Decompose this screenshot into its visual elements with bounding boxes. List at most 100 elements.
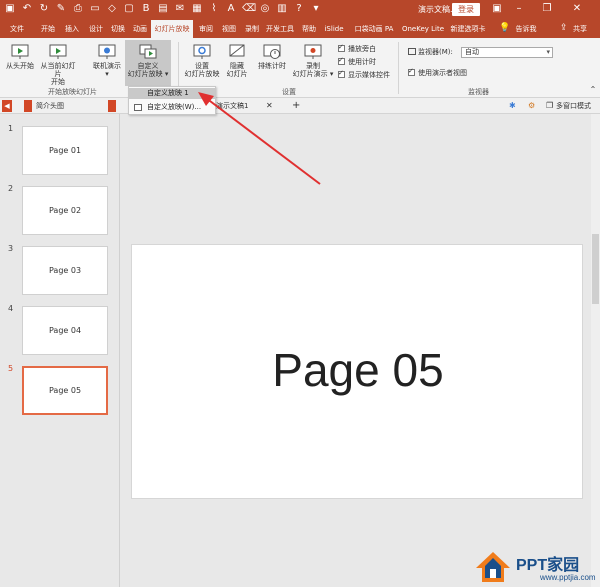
tab-insert[interactable]: 插入	[62, 20, 82, 38]
pin-icon[interactable]: ✱	[509, 100, 516, 112]
clear-icon[interactable]: ⌫	[242, 3, 256, 15]
lightbulb-icon[interactable]: 💡	[499, 23, 510, 33]
record-slideshow-button[interactable]: 录制 幻灯片演示 ▾	[290, 44, 336, 78]
slide-title[interactable]: Page 05	[132, 345, 584, 395]
font-color-icon[interactable]: A	[225, 3, 237, 15]
add-tab-icon[interactable]: +	[292, 100, 300, 112]
record-icon	[304, 44, 322, 59]
slide-number: 3	[8, 244, 14, 253]
print-icon[interactable]: ⎙	[72, 3, 84, 15]
vertical-scrollbar[interactable]	[591, 114, 600, 587]
document-tab-strip: ◀ 简介头图 演示文稿1 ✕ + ✱ ⚙ ❐ 多窗口模式	[0, 98, 600, 114]
ppt-icon	[108, 100, 116, 112]
show-media-controls-checkbox[interactable]: 显示媒体控件	[338, 69, 390, 80]
current-slide[interactable]: Page 05	[131, 244, 583, 499]
multi-window-mode[interactable]: 多窗口模式	[556, 100, 591, 112]
watermark-url: www.pptjia.com	[540, 573, 596, 582]
tab-developer[interactable]: 开发工具	[264, 20, 296, 38]
mail-icon[interactable]: ✉	[174, 3, 186, 15]
layout-icon[interactable]: ▥	[276, 3, 288, 15]
custom-show-1-item[interactable]: 自定义放映 1	[129, 88, 215, 99]
minimize-icon[interactable]: –	[512, 2, 526, 16]
custom-show-icon	[134, 104, 142, 111]
watermark: PPT家园 www.pptjia.com	[470, 548, 600, 587]
window-icon[interactable]: ❐	[546, 100, 553, 112]
share-icon[interactable]: ⇪	[560, 23, 568, 33]
save-as-icon[interactable]: ▤	[157, 3, 169, 15]
login-button[interactable]: 登录	[452, 3, 480, 16]
help-icon[interactable]: ?	[293, 3, 305, 15]
doc-tab-1[interactable]: 简介头图	[36, 100, 64, 112]
collapse-ribbon-icon[interactable]: ⌃	[588, 86, 598, 94]
use-timings-checkbox[interactable]: 使用计时	[338, 56, 376, 67]
group-label-start: 开始放映幻灯片	[48, 88, 97, 96]
brush-icon[interactable]: ⌇	[208, 3, 220, 15]
custom-slideshow-icon	[139, 44, 157, 59]
hide-slide-icon	[229, 44, 245, 57]
share-button[interactable]: 共享	[570, 20, 590, 38]
tab-islide[interactable]: iSlide	[322, 20, 346, 38]
play-narration-checkbox[interactable]: 播放旁白	[338, 43, 376, 54]
setup-slideshow-button[interactable]: 设置 幻灯片放映	[182, 44, 222, 78]
settings-icon[interactable]: ⚙	[528, 100, 535, 112]
format-painter-icon[interactable]: ✎	[55, 3, 67, 15]
tab-new-tab[interactable]: 新建选项卡	[448, 20, 488, 38]
tab-onekey-lite[interactable]: OneKey Lite	[400, 20, 446, 38]
image-icon[interactable]: ▢	[123, 3, 135, 15]
ribbon-display-icon[interactable]: ▣	[490, 2, 504, 16]
close-icon[interactable]: ✕	[570, 2, 584, 16]
rehearse-timings-button[interactable]: 排练计时	[255, 44, 289, 70]
tab-help[interactable]: 帮助	[299, 20, 319, 38]
doc-menu-icon[interactable]: ◀	[2, 100, 12, 112]
slide-thumbnail-panel: 1 Page 01 2 Page 02 3 Page 03 4 Page 04 …	[0, 114, 120, 587]
refresh-icon[interactable]: ↻	[38, 3, 50, 15]
custom-slideshow-dropdown: 自定义放映 1 自定义放映(W)...	[128, 86, 216, 115]
folder-icon[interactable]: ▭	[89, 3, 101, 15]
tab-file[interactable]: 文件	[6, 20, 28, 38]
save-icon[interactable]: ▣	[4, 3, 16, 15]
slide-thumbnail-1[interactable]: Page 01	[22, 126, 108, 175]
ribbon-tab-bar: 文件 开始 插入 设计 切换 动画 幻灯片放映 审阅 视图 录制 开发工具 帮助…	[0, 20, 600, 38]
presenter-view-checkbox[interactable]: 使用演示者视图	[408, 67, 467, 78]
tab-transitions[interactable]: 切换	[108, 20, 128, 38]
tell-me[interactable]: 告诉我	[512, 20, 540, 38]
from-current-button[interactable]: 从当前幻灯片 开始	[38, 44, 78, 86]
monitor-icon	[408, 48, 416, 55]
table-icon[interactable]: ▦	[191, 3, 203, 15]
slide-thumbnail-4[interactable]: Page 04	[22, 306, 108, 355]
tab-design[interactable]: 设计	[86, 20, 106, 38]
slide-thumbnail-2[interactable]: Page 02	[22, 186, 108, 235]
tab-review[interactable]: 审阅	[196, 20, 216, 38]
customize-icon[interactable]: ▾	[310, 3, 322, 15]
tab-animations[interactable]: 动画	[130, 20, 150, 38]
tab-pocket-animation[interactable]: 口袋动画 PA	[350, 20, 398, 38]
bold-icon[interactable]: B	[140, 3, 152, 15]
restore-icon[interactable]: ❐	[540, 2, 554, 16]
group-label-setup: 设置	[282, 88, 296, 96]
slide-thumbnail-3[interactable]: Page 03	[22, 246, 108, 295]
online-present-icon	[98, 44, 116, 59]
doc-tab-2[interactable]: 演示文稿1	[216, 100, 248, 112]
scrollbar-thumb[interactable]	[592, 234, 599, 304]
tab-home[interactable]: 开始	[38, 20, 58, 38]
from-start-button[interactable]: 从头开始	[4, 44, 36, 70]
hide-slide-button[interactable]: 隐藏 幻灯片	[222, 44, 252, 78]
slide-number: 2	[8, 184, 14, 193]
slide-thumbnail-5[interactable]: Page 05	[22, 366, 108, 415]
monitor-select[interactable]: 自动	[461, 47, 553, 58]
tab-slideshow[interactable]: 幻灯片放映	[151, 20, 193, 38]
target-icon[interactable]: ◎	[259, 3, 271, 15]
undo-icon[interactable]: ↶	[21, 3, 33, 15]
watermark-brand: PPT家园	[516, 557, 580, 574]
ribbon-slideshow: 从头开始 从当前幻灯片 开始 联机演示 ▾ 自定义 幻灯片放映 ▾ 开始放映幻灯…	[0, 38, 600, 98]
custom-shows-item[interactable]: 自定义放映(W)...	[129, 102, 215, 113]
tab-record[interactable]: 录制	[242, 20, 262, 38]
custom-slideshow-button[interactable]: 自定义 幻灯片放映 ▾	[125, 40, 171, 86]
shape-icon[interactable]: ◇	[106, 3, 118, 15]
tab-view[interactable]: 视图	[219, 20, 239, 38]
close-tab-icon[interactable]: ✕	[266, 100, 273, 112]
online-present-button[interactable]: 联机演示 ▾	[90, 44, 124, 78]
ribbon-divider	[398, 42, 399, 94]
monitor-label: 监视器(M):	[408, 47, 453, 57]
slideshow-start-icon	[11, 44, 29, 59]
